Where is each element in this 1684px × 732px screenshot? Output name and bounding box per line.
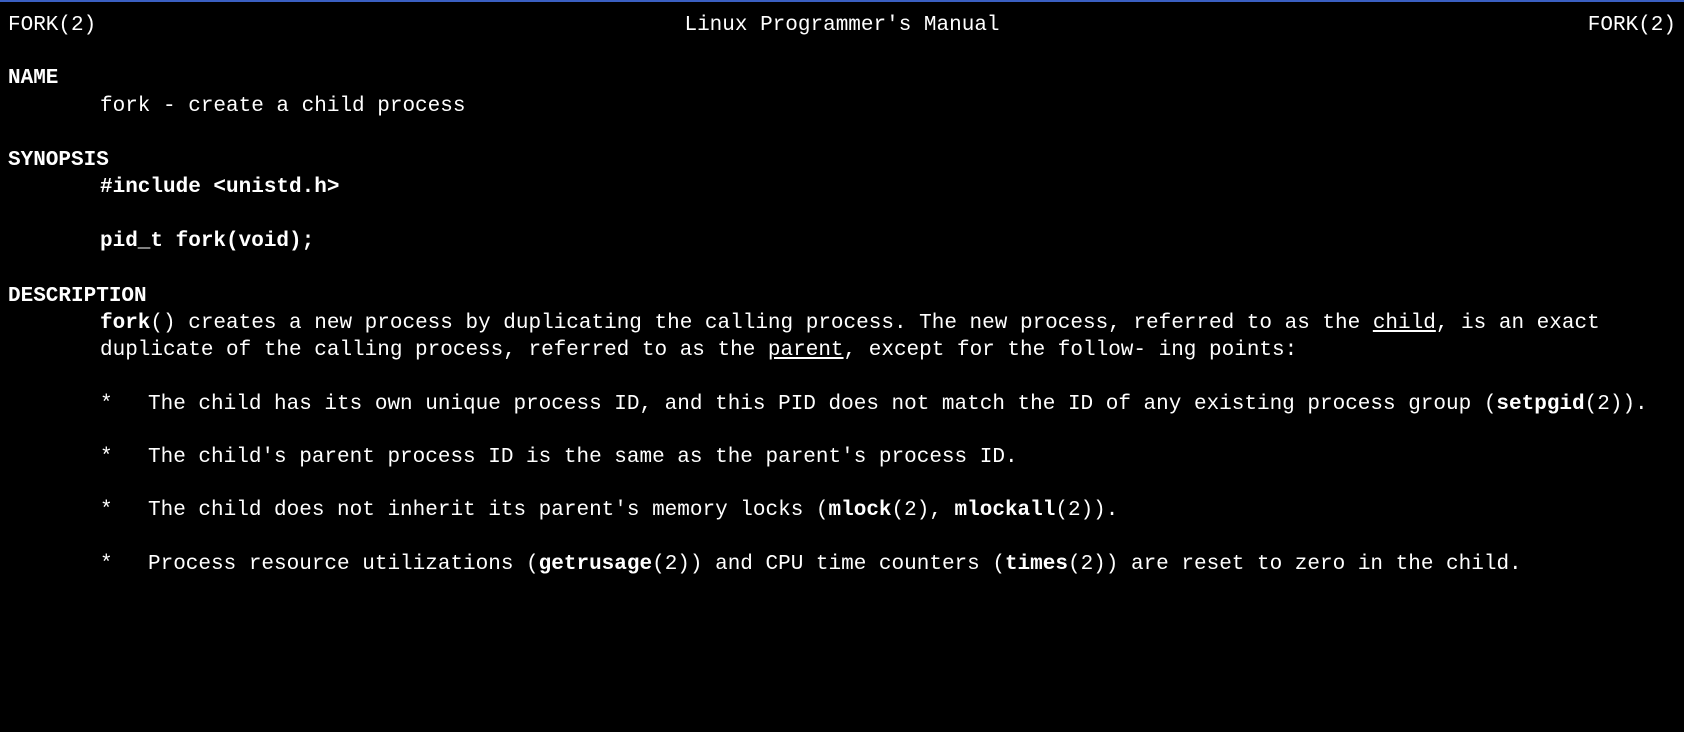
desc-fork-bold: fork [100,312,150,335]
desc-p1a: () creates a new process by duplicating … [150,312,1372,335]
b2-bold2: mlockall [955,499,1056,522]
bullet-text: The child does not inherit its parent's … [148,497,1676,524]
b3-pre: Process resource utilizations ( [148,553,539,576]
b0-pre: The child has its own unique process ID,… [148,393,1496,416]
bullet-item: * The child does not inherit its parent'… [8,497,1676,524]
section-heading-synopsis: SYNOPSIS [8,147,1676,174]
bullet-item: * The child's parent process ID is the s… [8,444,1676,471]
b3-bold1: getrusage [539,553,652,576]
header-center: Linux Programmer's Manual [684,12,999,39]
header-left: FORK(2) [8,12,96,39]
bullet-marker: * [100,497,148,524]
bullet-item: * The child has its own unique process I… [8,391,1676,418]
b3-bold2: times [1005,553,1068,576]
b3-post: (2)) are reset to zero in the child. [1068,553,1522,576]
bullet-item: * Process resource utilizations (getrusa… [8,551,1676,578]
bullet-text: The child's parent process ID is the sam… [148,444,1676,471]
bullet-text: The child has its own unique process ID,… [148,391,1676,418]
b0-bold1: setpgid [1496,393,1584,416]
name-text: fork - create a child process [8,93,1676,120]
section-heading-name: NAME [8,65,1676,92]
synopsis-include: #include <unistd.h> [8,174,1676,201]
header-right: FORK(2) [1588,12,1676,39]
manpage-header: FORK(2) Linux Programmer's Manual FORK(2… [8,12,1676,39]
bullet-marker: * [100,444,148,471]
desc-child-term: child [1373,312,1436,335]
description-intro: fork() creates a new process by duplicat… [8,310,1676,365]
desc-parent-term: parent [768,339,844,362]
bullet-marker: * [100,391,148,418]
b2-mid1: (2), [892,499,955,522]
bullet-marker: * [100,551,148,578]
section-heading-description: DESCRIPTION [8,283,1676,310]
b2-pre: The child does not inherit its parent's … [148,499,829,522]
synopsis-decl: pid_t fork(void); [8,228,1676,255]
b0-post: (2)). [1585,393,1648,416]
b2-post: (2)). [1055,499,1118,522]
b3-mid1: (2)) and CPU time counters ( [652,553,1005,576]
b1-pre: The child's parent process ID is the sam… [148,446,1018,469]
desc-p1c: , except for the follow‐ ing points: [844,339,1298,362]
bullet-text: Process resource utilizations (getrusage… [148,551,1676,578]
b2-bold1: mlock [829,499,892,522]
